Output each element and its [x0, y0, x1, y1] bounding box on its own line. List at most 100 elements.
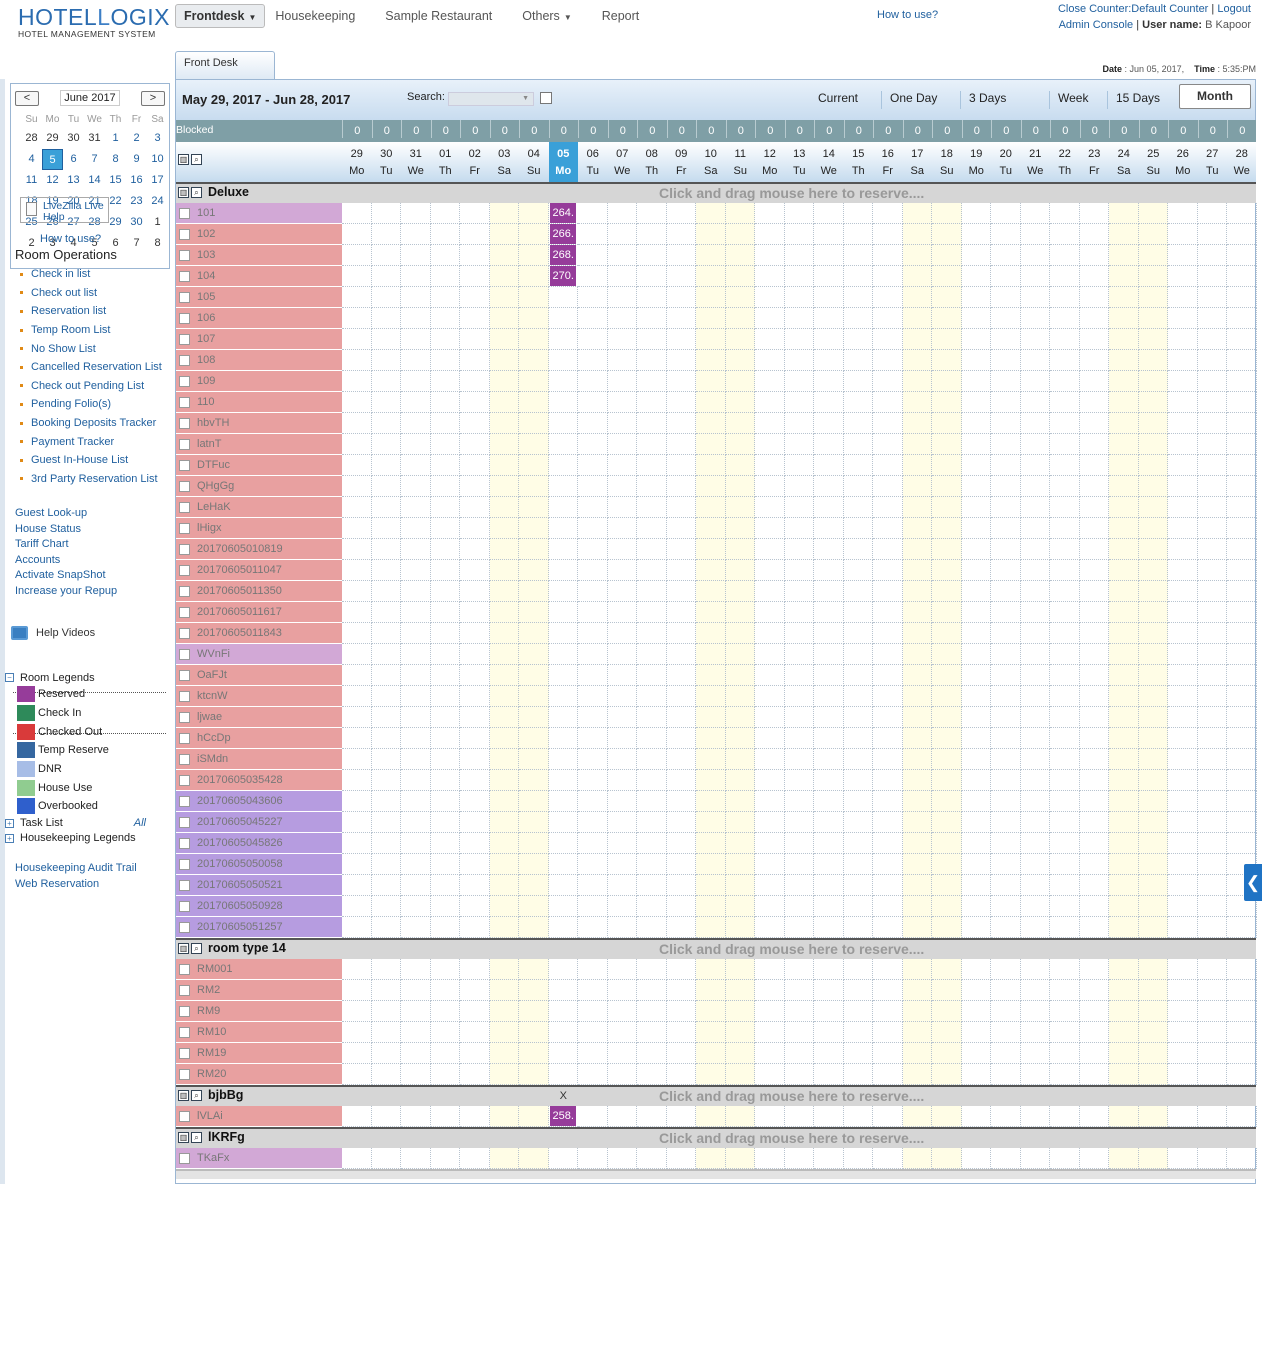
grid-cell[interactable]	[548, 434, 578, 455]
grid-cell[interactable]	[430, 833, 460, 854]
grid-cell[interactable]	[814, 581, 844, 602]
grid-cell[interactable]	[578, 875, 608, 896]
room-name-cell[interactable]: 20170605051257	[176, 917, 342, 938]
grid-cell[interactable]	[725, 350, 755, 371]
grid-cell[interactable]	[1020, 623, 1050, 644]
grid-cell[interactable]	[1079, 581, 1109, 602]
grid-cell[interactable]	[991, 392, 1021, 413]
grid-cell[interactable]	[725, 224, 755, 245]
grid-cell[interactable]	[342, 266, 372, 287]
grid-cell[interactable]	[1079, 1064, 1109, 1085]
grid-cell[interactable]	[696, 833, 726, 854]
grid-cell[interactable]	[607, 371, 637, 392]
room-checkbox[interactable]	[179, 418, 190, 429]
grid-cell[interactable]	[696, 812, 726, 833]
grid-cell[interactable]	[401, 455, 431, 476]
grid-cell[interactable]	[1050, 392, 1080, 413]
grid-cell[interactable]	[1168, 1043, 1198, 1064]
grid-cell[interactable]	[607, 644, 637, 665]
grid-cell[interactable]	[814, 728, 844, 749]
grid-cell[interactable]	[371, 224, 401, 245]
grid-cell[interactable]	[873, 350, 903, 371]
grid-cell[interactable]	[1079, 602, 1109, 623]
grid-cell[interactable]	[666, 245, 696, 266]
nav-others[interactable]: Others ▼	[522, 9, 571, 23]
grid-cell[interactable]	[814, 959, 844, 980]
grid-cell[interactable]	[489, 707, 519, 728]
grid-cell[interactable]	[489, 623, 519, 644]
grid-cell[interactable]	[519, 854, 549, 875]
grid-cell[interactable]	[607, 665, 637, 686]
grid-cell[interactable]	[1227, 308, 1257, 329]
grid-cell[interactable]	[460, 959, 490, 980]
room-name-cell[interactable]: iSMdn	[176, 749, 342, 770]
grid-cell[interactable]	[489, 350, 519, 371]
grid-cell[interactable]	[548, 560, 578, 581]
grid-cell[interactable]	[401, 371, 431, 392]
grid-cell[interactable]	[932, 749, 962, 770]
grid-cell[interactable]	[725, 1148, 755, 1169]
grid-cell[interactable]	[814, 518, 844, 539]
grid-cell[interactable]	[430, 728, 460, 749]
grid-cell[interactable]	[991, 560, 1021, 581]
grid-cell[interactable]	[725, 329, 755, 350]
grid-cell[interactable]	[1079, 329, 1109, 350]
grid-cell[interactable]	[725, 665, 755, 686]
grid-cell[interactable]	[460, 329, 490, 350]
grid-cell[interactable]	[489, 203, 519, 224]
grid-cell[interactable]	[1079, 497, 1109, 518]
day-header[interactable]: 28 We	[1227, 142, 1257, 182]
grid-cell[interactable]	[1050, 224, 1080, 245]
room-checkbox[interactable]	[179, 796, 190, 807]
grid-cell[interactable]	[932, 707, 962, 728]
grid-cell[interactable]	[1109, 287, 1139, 308]
calendar-day[interactable]: 8	[105, 149, 126, 170]
grid-cell[interactable]	[430, 791, 460, 812]
grid-cell[interactable]	[902, 308, 932, 329]
side-link[interactable]: Web Reservation	[15, 877, 137, 893]
grid-cell[interactable]	[489, 959, 519, 980]
grid-cell[interactable]	[961, 413, 991, 434]
grid-cell[interactable]	[1020, 245, 1050, 266]
grid-cell[interactable]	[1109, 770, 1139, 791]
room-op-item[interactable]: Temp Room List	[20, 321, 165, 340]
grid-cell[interactable]	[961, 371, 991, 392]
grid-cell[interactable]	[755, 623, 785, 644]
grid-cell[interactable]	[1109, 581, 1139, 602]
grid-cell[interactable]	[1227, 245, 1257, 266]
grid-cell[interactable]	[1109, 371, 1139, 392]
grid-cell[interactable]	[548, 875, 578, 896]
grid-cell[interactable]	[902, 266, 932, 287]
grid-cell[interactable]	[1109, 1022, 1139, 1043]
grid-cell[interactable]	[873, 266, 903, 287]
grid-cell[interactable]	[696, 791, 726, 812]
grid-cell[interactable]	[814, 455, 844, 476]
grid-cell[interactable]	[607, 770, 637, 791]
grid-cell[interactable]	[961, 896, 991, 917]
grid-cell[interactable]	[784, 1043, 814, 1064]
grid-cell[interactable]	[1020, 539, 1050, 560]
grid-cell[interactable]	[578, 1106, 608, 1127]
grid-cell[interactable]	[1168, 560, 1198, 581]
grid-cell[interactable]	[1020, 749, 1050, 770]
grid-cell[interactable]	[519, 392, 549, 413]
grid-cell[interactable]	[578, 812, 608, 833]
grid-cell[interactable]	[991, 203, 1021, 224]
grid-cell[interactable]	[519, 980, 549, 1001]
grid-cell[interactable]	[637, 287, 667, 308]
grid-cell[interactable]	[902, 203, 932, 224]
grid-cell[interactable]	[784, 812, 814, 833]
grid-cell[interactable]	[460, 539, 490, 560]
grid-cell[interactable]	[1227, 581, 1257, 602]
grid-cell[interactable]	[460, 917, 490, 938]
grid-cell[interactable]	[932, 350, 962, 371]
grid-tool-icons[interactable]: ▥ ⌕	[178, 1090, 202, 1101]
grid-cell[interactable]	[1138, 959, 1168, 980]
grid-cell[interactable]	[489, 560, 519, 581]
nav-report[interactable]: Report	[602, 9, 640, 23]
grid-cell[interactable]	[666, 581, 696, 602]
grid-cell[interactable]	[725, 707, 755, 728]
grid-cell[interactable]	[814, 266, 844, 287]
day-header[interactable]: 10 Sa	[696, 142, 726, 182]
grid-cell[interactable]	[1109, 434, 1139, 455]
